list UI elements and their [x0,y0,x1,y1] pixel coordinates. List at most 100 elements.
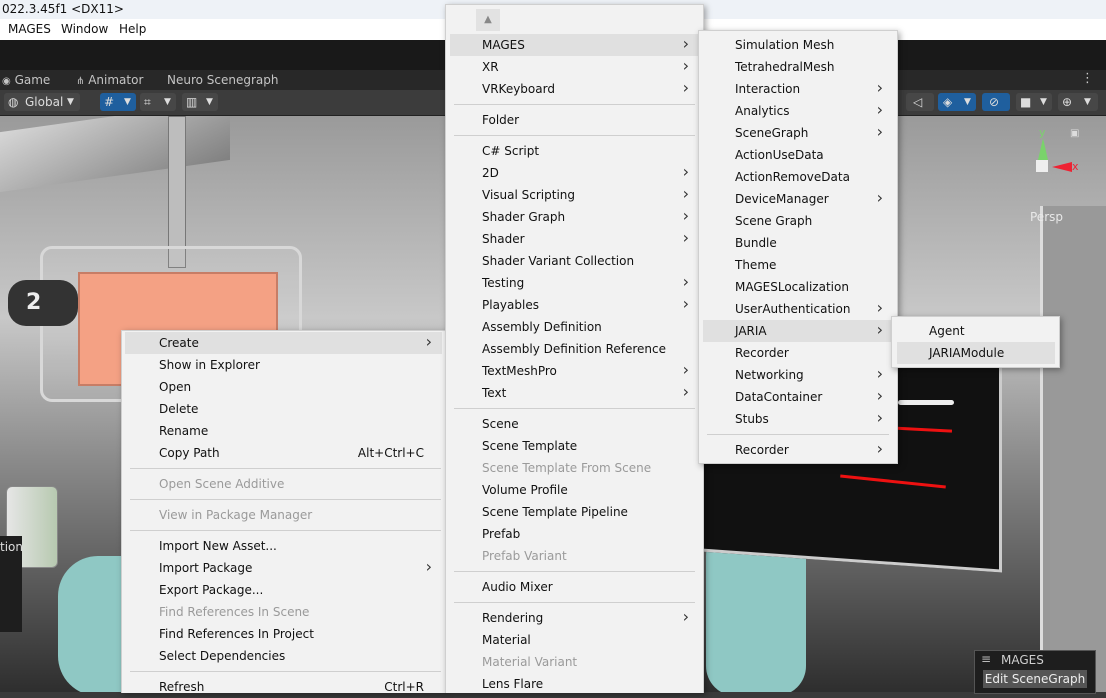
mages-menu-item-stubs[interactable]: Stubs › [703,408,893,430]
mages-menu-item-analytics[interactable]: Analytics › [703,100,893,122]
menu-help[interactable]: Help [119,22,146,36]
create-menu-item-audio-mixer[interactable]: Audio Mixer [450,576,699,598]
mages-menu-item-theme[interactable]: Theme [703,254,893,276]
create-menu-item-textmeshpro[interactable]: TextMeshPro › [450,360,699,382]
tab-neuro-scenegraph[interactable]: Neuro Scenegraph [167,73,279,87]
audio-toggle[interactable]: ◁ [906,93,934,111]
camera-button[interactable]: ■ ▼ [1016,93,1052,111]
mages-menu-item-actionusedata[interactable]: ActionUseData [703,144,893,166]
create-menu-item-material[interactable]: Material [450,629,699,651]
create-menu-item-rendering[interactable]: Rendering › [450,607,699,629]
mages-menu-item-label: MAGESLocalization [735,280,849,294]
menu-separator [454,104,695,105]
create-menu-item-assembly-definition-reference[interactable]: Assembly Definition Reference [450,338,699,360]
context-menu-item-export-package[interactable]: Export Package... [125,579,442,601]
global-toggle[interactable]: ◍ Global ▼ [4,93,80,111]
create-menu-item-assembly-definition[interactable]: Assembly Definition [450,316,699,338]
context-menu-item-delete[interactable]: Delete [125,398,442,420]
mages-menu-item-mageslocalization[interactable]: MAGESLocalization [703,276,893,298]
create-menu-item-label: Scene Template From Scene [482,461,652,475]
context-menu-item-label: Copy Path [159,446,220,460]
increment-snap-button[interactable]: ⌗ ▼ [140,93,176,111]
mages-menu-item-recorder[interactable]: Recorder [703,342,893,364]
grid-snap-button[interactable]: # ▼ [100,93,136,111]
mages-menu-item-label: Simulation Mesh [735,38,835,52]
mages-menu-item-userauthentication[interactable]: UserAuthentication › [703,298,893,320]
effects-toggle[interactable]: ◈ ▼ [938,93,976,111]
create-menu-item-c-script[interactable]: C# Script [450,140,699,162]
lock-icon[interactable]: ▣ [1070,128,1079,139]
context-menu-item-copy-path[interactable]: Copy Path Alt+Ctrl+C [125,442,442,464]
context-menu-item-import-new-asset[interactable]: Import New Asset... [125,535,442,557]
context-menu-item-label: Select Dependencies [159,649,286,663]
chevron-right-icon: › [876,100,883,119]
context-menu-item-find-references-in-project[interactable]: Find References In Project [125,623,442,645]
mages-menu-item-recorder[interactable]: Recorder › [703,439,893,461]
menu-mages[interactable]: MAGES [8,22,51,36]
mages-menu-item-bundle[interactable]: Bundle [703,232,893,254]
context-menu-item-label: Import New Asset... [159,539,277,553]
create-menu-item-2d[interactable]: 2D › [450,162,699,184]
create-menu-item-shader[interactable]: Shader › [450,228,699,250]
mages-menu-item-networking[interactable]: Networking › [703,364,893,386]
mages-menu-item-label: ActionUseData [735,148,824,162]
create-menu-item-folder[interactable]: Folder [450,109,699,131]
create-menu-item-prefab[interactable]: Prefab [450,523,699,545]
scroll-up-button[interactable]: ▲ [476,9,500,31]
persp-label[interactable]: Persp [1030,210,1063,224]
create-menu-item-scene[interactable]: Scene [450,413,699,435]
mages-menu-item-tetrahedralmesh[interactable]: TetrahedralMesh [703,56,893,78]
context-menu-item-create[interactable]: Create › [125,332,442,354]
mages-menu-item-datacontainer[interactable]: DataContainer › [703,386,893,408]
create-menu-item-text[interactable]: Text › [450,382,699,404]
tab-game[interactable]: ◉ Game [2,73,50,87]
mages-menu-item-jaria[interactable]: JARIA › [703,320,893,342]
mages-menu-item-scenegraph[interactable]: SceneGraph › [703,122,893,144]
edit-scenegraph-button[interactable]: Edit SceneGraph [983,670,1087,688]
mages-menu-item-simulation-mesh[interactable]: Simulation Mesh [703,34,893,56]
create-menu-item-shader-graph[interactable]: Shader Graph › [450,206,699,228]
context-menu-item-open[interactable]: Open [125,376,442,398]
mages-menu-item-actionremovedata[interactable]: ActionRemoveData [703,166,893,188]
mages-menu-item-devicemanager[interactable]: DeviceManager › [703,188,893,210]
mages-menu-item-scene-graph[interactable]: Scene Graph [703,210,893,232]
create-menu-item-mages[interactable]: MAGES › [450,34,699,56]
create-menu-item-scene-template[interactable]: Scene Template [450,435,699,457]
chevron-right-icon: › [682,78,689,97]
chevron-down-icon: ▼ [964,97,971,107]
context-menu-item-label: Export Package... [159,583,264,597]
create-menu-item-vrkeyboard[interactable]: VRKeyboard › [450,78,699,100]
mages-menu-item-interaction[interactable]: Interaction › [703,78,893,100]
jaria-menu-item-agent[interactable]: Agent [897,320,1055,342]
context-menu-item-select-dependencies[interactable]: Select Dependencies [125,645,442,667]
orientation-gizmo[interactable]: y x ▣ [1012,126,1082,206]
gizmos-button[interactable]: ⊕ ▼ [1058,93,1098,111]
chevron-right-icon: › [682,294,689,313]
create-menu-item-volume-profile[interactable]: Volume Profile [450,479,699,501]
create-menu-item-visual-scripting[interactable]: Visual Scripting › [450,184,699,206]
chevron-right-icon: › [682,272,689,291]
menu-window[interactable]: Window [61,22,108,36]
visibility-toggle[interactable]: ⊘ [982,93,1010,111]
context-menu-item-label: Rename [159,424,209,438]
create-menu-item-label: C# Script [482,144,540,158]
eye-off-icon: ⊘ [989,95,1000,109]
context-menu-item-refresh[interactable]: Refresh Ctrl+R [125,676,442,698]
create-menu-item-label: Rendering [482,611,544,625]
mages-menu-item-label: Stubs [735,412,769,426]
create-menu-item-scene-template-pipeline[interactable]: Scene Template Pipeline [450,501,699,523]
tab-animator[interactable]: ⋔ Animator [76,73,143,87]
create-menu-item-testing[interactable]: Testing › [450,272,699,294]
context-menu-item-rename[interactable]: Rename [125,420,442,442]
more-options-icon[interactable]: ⋮ [1081,71,1094,86]
create-menu-item-playables[interactable]: Playables › [450,294,699,316]
ruler-button[interactable]: ▥ ▼ [182,93,218,111]
jaria-menu-item-label: Agent [929,324,965,338]
context-menu-item-show-in-explorer[interactable]: Show in Explorer [125,354,442,376]
create-menu-item-shader-variant-collection[interactable]: Shader Variant Collection [450,250,699,272]
create-menu-item-label: VRKeyboard [482,82,555,96]
create-menu-item-xr[interactable]: XR › [450,56,699,78]
create-menu-item-prefab-variant: Prefab Variant [450,545,699,567]
jaria-menu-item-jariamodule[interactable]: JARIAModule [897,342,1055,364]
context-menu-item-import-package[interactable]: Import Package › [125,557,442,579]
